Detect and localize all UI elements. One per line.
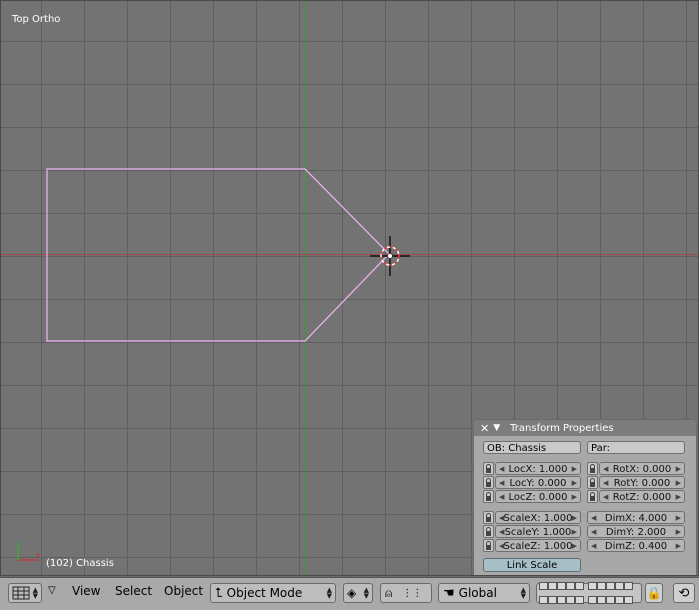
render-icon: ⟲ <box>678 585 690 601</box>
link-scale-button[interactable]: Link Scale <box>483 558 581 572</box>
scalex-field[interactable]: ◀ ScaleX: 1.000 ▶ <box>495 511 581 524</box>
updown-arrows-icon: ▲ ▼ <box>32 586 38 600</box>
lock-scalez-icon[interactable] <box>483 539 494 552</box>
layers-grid-right[interactable] <box>588 579 633 607</box>
mode-selector[interactable]: ⮤ Object Mode ▲ ▼ <box>210 583 336 603</box>
hand-icon: ☚ <box>443 585 455 601</box>
object-mode-icon: ⮤ <box>215 585 223 601</box>
axis-gizmo-icon: x <box>17 542 40 561</box>
rotz-field[interactable]: ◀ RotZ: 0.000 ▶ <box>599 490 685 503</box>
dimz-field[interactable]: ◀ DimZ: 0.400 ▶ <box>587 539 685 552</box>
draw-type-icon: ◈ <box>347 586 357 600</box>
view-name-label: Top Ortho <box>12 14 61 25</box>
collapse-arrow-icon[interactable]: ▼ <box>493 423 500 433</box>
rotx-field[interactable]: ◀ RotX: 0.000 ▶ <box>599 462 685 475</box>
3d-cursor-icon[interactable] <box>370 236 410 276</box>
editor-type-selector[interactable]: ▲ ▼ <box>8 583 42 603</box>
lock-scalex-icon[interactable] <box>483 511 494 524</box>
mode-label: Object Mode <box>226 586 303 600</box>
dimx-field[interactable]: ◀ DimX: 4.000 ▶ <box>587 511 685 524</box>
parent-field[interactable]: Par: <box>587 441 685 454</box>
svg-text:x: x <box>36 551 40 559</box>
manipulator-icon: ⋮⋮ <box>402 587 423 599</box>
locx-field[interactable]: ◀ LocX: 1.000 ▶ <box>495 462 581 475</box>
lock-locx-icon[interactable] <box>483 462 494 475</box>
3d-viewport[interactable]: x Top Ortho (102) Chassis ✕ ▼ Transform … <box>0 0 699 577</box>
menu-collapse-icon[interactable]: ▽ <box>48 585 56 596</box>
transform-properties-panel: ✕ ▼ Transform Properties OB: Chassis Par… <box>473 419 697 577</box>
updown-arrows-icon: ▲ ▼ <box>520 586 526 600</box>
lock-icon: 🔒 <box>646 586 662 600</box>
object-menu[interactable]: Object <box>164 584 203 598</box>
updown-arrows-icon: ▲ ▼ <box>363 586 369 600</box>
lock-roty-icon[interactable] <box>587 476 598 489</box>
lock-rotx-icon[interactable] <box>587 462 598 475</box>
viewport-header: ▲ ▼ ▽ View Select Object ⮤ Object Mode ▲ ▼… <box>0 577 699 610</box>
pivot-icon: ⍝ <box>385 585 393 600</box>
orientation-selector[interactable]: ☚ Global ▲ ▼ <box>438 583 530 603</box>
layers-grid-left[interactable] <box>539 579 584 607</box>
object-name-field[interactable]: OB: Chassis <box>483 441 581 454</box>
render-preview-button[interactable]: ⟲ <box>673 583 695 603</box>
locz-field[interactable]: ◀ LocZ: 0.000 ▶ <box>495 490 581 503</box>
panel-header[interactable]: ✕ ▼ Transform Properties <box>474 420 696 436</box>
grid-icon <box>12 586 30 600</box>
locy-field[interactable]: ◀ LocY: 0.000 ▶ <box>495 476 581 489</box>
roty-field[interactable]: ◀ RotY: 0.000 ▶ <box>599 476 685 489</box>
dimy-field[interactable]: ◀ DimY: 2.000 ▶ <box>587 525 685 538</box>
active-object-label: (102) Chassis <box>46 558 114 569</box>
lock-locz-icon[interactable] <box>483 490 494 503</box>
lock-layers-button[interactable]: 🔒 <box>645 583 663 603</box>
draw-type-selector[interactable]: ◈ ▲ ▼ <box>343 583 373 603</box>
pivot-snap-group[interactable]: ⍝ ⋮⋮ <box>380 583 432 603</box>
lock-scaley-icon[interactable] <box>483 525 494 538</box>
panel-title: Transform Properties <box>510 422 614 434</box>
layer-buttons[interactable] <box>536 582 642 604</box>
lock-locy-icon[interactable] <box>483 476 494 489</box>
select-menu[interactable]: Select <box>115 584 152 598</box>
updown-arrows-icon: ▲ ▼ <box>326 586 332 600</box>
close-icon[interactable]: ✕ <box>480 422 489 435</box>
lock-rotz-icon[interactable] <box>587 490 598 503</box>
orientation-label: Global <box>458 586 497 600</box>
scalez-field[interactable]: ◀ ScaleZ: 1.000 ▶ <box>495 539 581 552</box>
scaley-field[interactable]: ◀ ScaleY: 1.000 ▶ <box>495 525 581 538</box>
view-menu[interactable]: View <box>72 584 100 598</box>
